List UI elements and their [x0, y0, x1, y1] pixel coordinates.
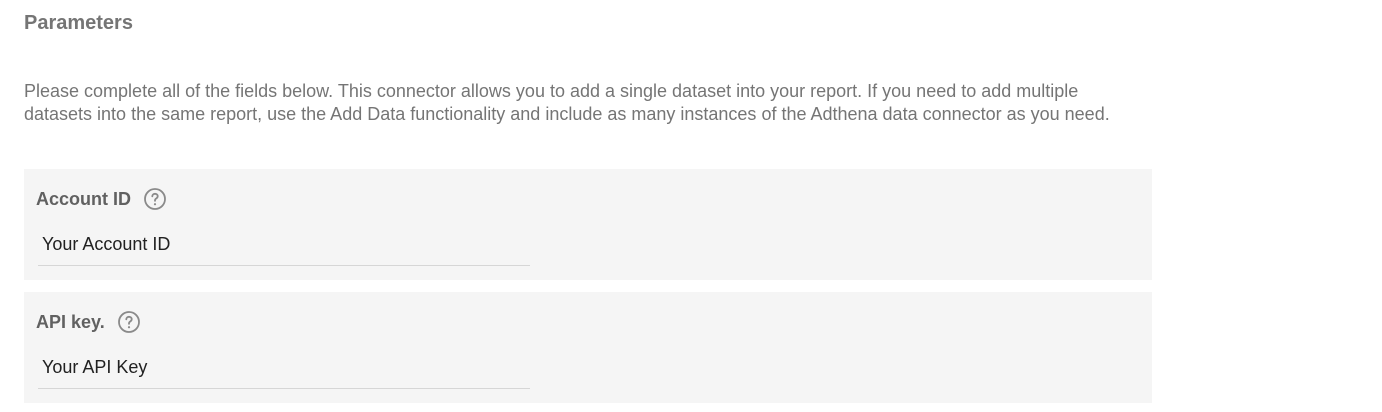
help-circle-icon[interactable] — [117, 310, 141, 334]
account-id-input-wrapper — [38, 225, 530, 266]
section-title: Parameters — [24, 12, 133, 34]
api-key-input[interactable] — [38, 348, 530, 386]
account-id-label: Account ID — [36, 188, 132, 209]
account-id-input[interactable] — [38, 225, 530, 263]
api-key-label-row: API key. — [36, 310, 141, 334]
account-id-label-row: Account ID — [36, 187, 167, 211]
account-id-field-card: Account ID — [24, 169, 1152, 280]
api-key-input-wrapper — [38, 348, 530, 389]
api-key-label: API key. — [36, 311, 105, 332]
api-key-field-card: API key. — [24, 292, 1152, 403]
section-description: Please complete all of the fields below.… — [24, 81, 1110, 124]
help-circle-icon[interactable] — [143, 187, 167, 211]
